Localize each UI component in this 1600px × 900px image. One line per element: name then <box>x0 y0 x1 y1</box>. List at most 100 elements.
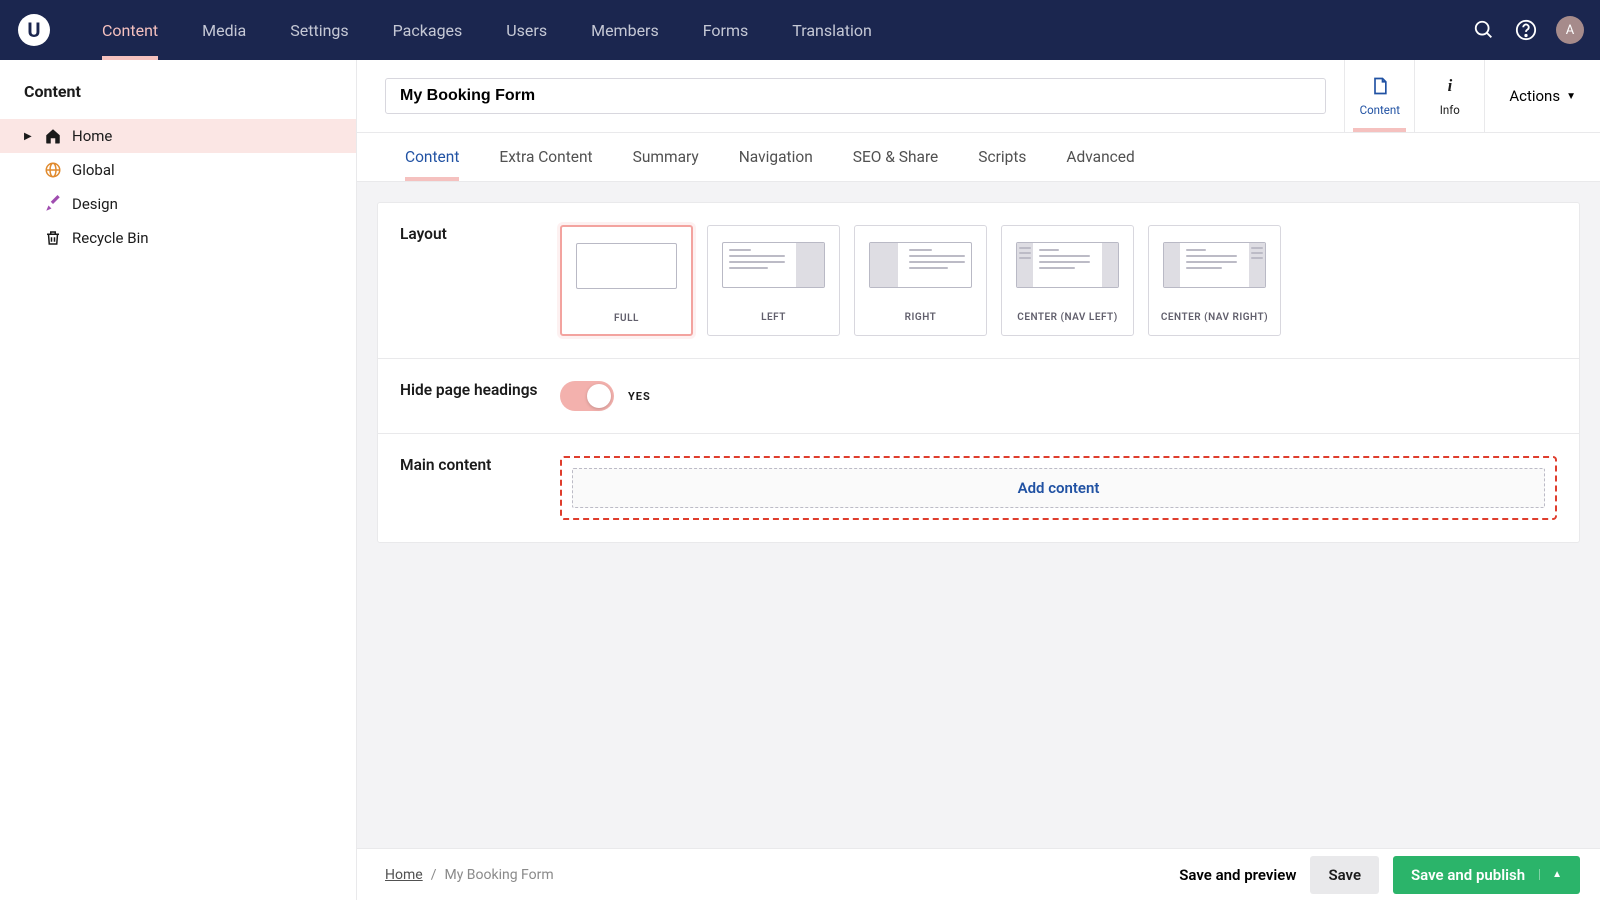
layout-option-left[interactable]: LEFT <box>707 225 840 336</box>
tab-scripts[interactable]: Scripts <box>958 133 1046 181</box>
tree-item-label: Design <box>72 195 118 213</box>
top-nav-packages[interactable]: Packages <box>371 0 485 60</box>
properties-panel: Layout FULL <box>377 202 1580 543</box>
editor-header: Content i Info Actions ▼ <box>357 60 1600 133</box>
editor-main: Content i Info Actions ▼ Content Extra C… <box>357 60 1600 900</box>
tab-summary[interactable]: Summary <box>613 133 719 181</box>
app-label: Content <box>1360 103 1400 117</box>
layout-caption: LEFT <box>708 304 839 333</box>
top-nav-translation[interactable]: Translation <box>770 0 894 60</box>
top-nav-members[interactable]: Members <box>569 0 681 60</box>
top-nav-label: Translation <box>792 21 872 40</box>
info-icon: i <box>1440 76 1460 99</box>
actions-label: Actions <box>1509 87 1560 105</box>
top-navigation-bar: U Content Media Settings Packages Users … <box>0 0 1600 60</box>
tree-item-recycle-bin[interactable]: Recycle Bin <box>0 221 356 255</box>
hide-headings-toggle[interactable] <box>560 381 614 411</box>
tab-label: Advanced <box>1066 148 1134 166</box>
palette-icon <box>44 195 62 213</box>
tab-extra-content[interactable]: Extra Content <box>479 133 612 181</box>
editor-scroll-area[interactable]: Layout FULL <box>357 182 1600 848</box>
property-label: Main content <box>400 456 560 520</box>
user-avatar[interactable]: A <box>1556 16 1584 44</box>
property-label: Layout <box>400 225 560 336</box>
globe-icon <box>44 161 62 179</box>
top-nav-label: Content <box>102 21 158 40</box>
editor-footer: Home / My Booking Form Save and preview … <box>357 848 1600 900</box>
tab-seo-share[interactable]: SEO & Share <box>833 133 959 181</box>
breadcrumb-home[interactable]: Home <box>385 867 423 883</box>
layout-caption: FULL <box>562 305 691 334</box>
content-tree-sidebar: Content ▶ Home Global Design Recycle Bin <box>0 60 357 900</box>
help-icon[interactable] <box>1514 18 1538 42</box>
breadcrumb-separator: / <box>431 867 437 883</box>
save-and-publish-button[interactable]: Save and publish ▲ <box>1393 856 1580 894</box>
toggle-value-label: YES <box>628 390 651 403</box>
breadcrumb-current: My Booking Form <box>444 867 553 883</box>
save-and-preview-button[interactable]: Save and preview <box>1179 866 1296 884</box>
save-button[interactable]: Save <box>1310 856 1379 894</box>
top-nav-settings[interactable]: Settings <box>268 0 370 60</box>
footer-actions: Save and preview Save Save and publish ▲ <box>1179 856 1580 894</box>
tree-item-label: Recycle Bin <box>72 229 149 247</box>
top-nav-content[interactable]: Content <box>80 0 180 60</box>
tree-item-global[interactable]: Global <box>0 153 356 187</box>
layout-option-full[interactable]: FULL <box>560 225 693 336</box>
tree-item-design[interactable]: Design <box>0 187 356 221</box>
layout-option-center-nav-left[interactable]: CENTER (NAV LEFT) <box>1001 225 1134 336</box>
layout-caption: CENTER (NAV LEFT) <box>1002 304 1133 333</box>
publish-label: Save and publish <box>1411 866 1525 884</box>
tab-label: SEO & Share <box>853 148 939 166</box>
tree-item-label: Home <box>72 127 112 145</box>
tab-label: Summary <box>633 148 699 166</box>
node-name-input[interactable] <box>385 78 1326 114</box>
layout-caption: RIGHT <box>855 304 986 333</box>
chevron-right-icon[interactable]: ▶ <box>24 131 34 142</box>
avatar-initial: A <box>1566 23 1574 38</box>
tutorial-highlight: Add content <box>560 456 1557 520</box>
top-nav-label: Forms <box>703 21 749 40</box>
trash-icon <box>44 229 62 247</box>
top-nav-label: Media <box>202 21 246 40</box>
svg-text:i: i <box>1447 76 1452 95</box>
top-nav-forms[interactable]: Forms <box>681 0 771 60</box>
tab-advanced[interactable]: Advanced <box>1046 133 1154 181</box>
content-tree: ▶ Home Global Design Recycle Bin <box>0 119 356 255</box>
top-nav-media[interactable]: Media <box>180 0 268 60</box>
top-nav-label: Settings <box>290 21 348 40</box>
tab-label: Extra Content <box>499 148 592 166</box>
tab-label: Scripts <box>978 148 1026 166</box>
tab-label: Content <box>405 148 459 166</box>
home-icon <box>44 127 62 145</box>
breadcrumb: Home / My Booking Form <box>385 867 554 883</box>
layout-option-right[interactable]: RIGHT <box>854 225 987 336</box>
add-content-label: Add content <box>1018 479 1100 497</box>
app-info[interactable]: i Info <box>1414 60 1484 132</box>
top-nav-label: Users <box>506 21 547 40</box>
top-nav-label: Packages <box>393 21 463 40</box>
search-icon[interactable] <box>1472 18 1496 42</box>
app-label: Info <box>1440 103 1460 117</box>
editor-apps: Content i Info <box>1344 60 1484 132</box>
chevron-down-icon: ▼ <box>1566 91 1576 102</box>
chevron-up-icon[interactable]: ▲ <box>1539 869 1562 880</box>
property-main-content: Main content Add content <box>378 434 1579 542</box>
app-content[interactable]: Content <box>1344 60 1414 132</box>
actions-menu-button[interactable]: Actions ▼ <box>1484 60 1600 132</box>
layout-option-center-nav-right[interactable]: CENTER (NAV RIGHT) <box>1148 225 1281 336</box>
editor-tabs: Content Extra Content Summary Navigation… <box>357 133 1600 182</box>
top-nav-users[interactable]: Users <box>484 0 569 60</box>
add-content-button[interactable]: Add content <box>572 468 1545 508</box>
tree-item-home[interactable]: ▶ Home <box>0 119 356 153</box>
tab-navigation[interactable]: Navigation <box>719 133 833 181</box>
property-layout: Layout FULL <box>378 203 1579 359</box>
layout-caption: CENTER (NAV RIGHT) <box>1149 304 1280 333</box>
app-logo[interactable]: U <box>18 14 50 46</box>
tab-content[interactable]: Content <box>385 133 479 181</box>
sidebar-title: Content <box>0 60 356 119</box>
top-nav-label: Members <box>591 21 659 40</box>
top-nav: Content Media Settings Packages Users Me… <box>80 0 894 60</box>
property-label: Hide page headings <box>400 381 560 411</box>
document-icon <box>1370 76 1390 99</box>
tree-item-label: Global <box>72 161 115 179</box>
